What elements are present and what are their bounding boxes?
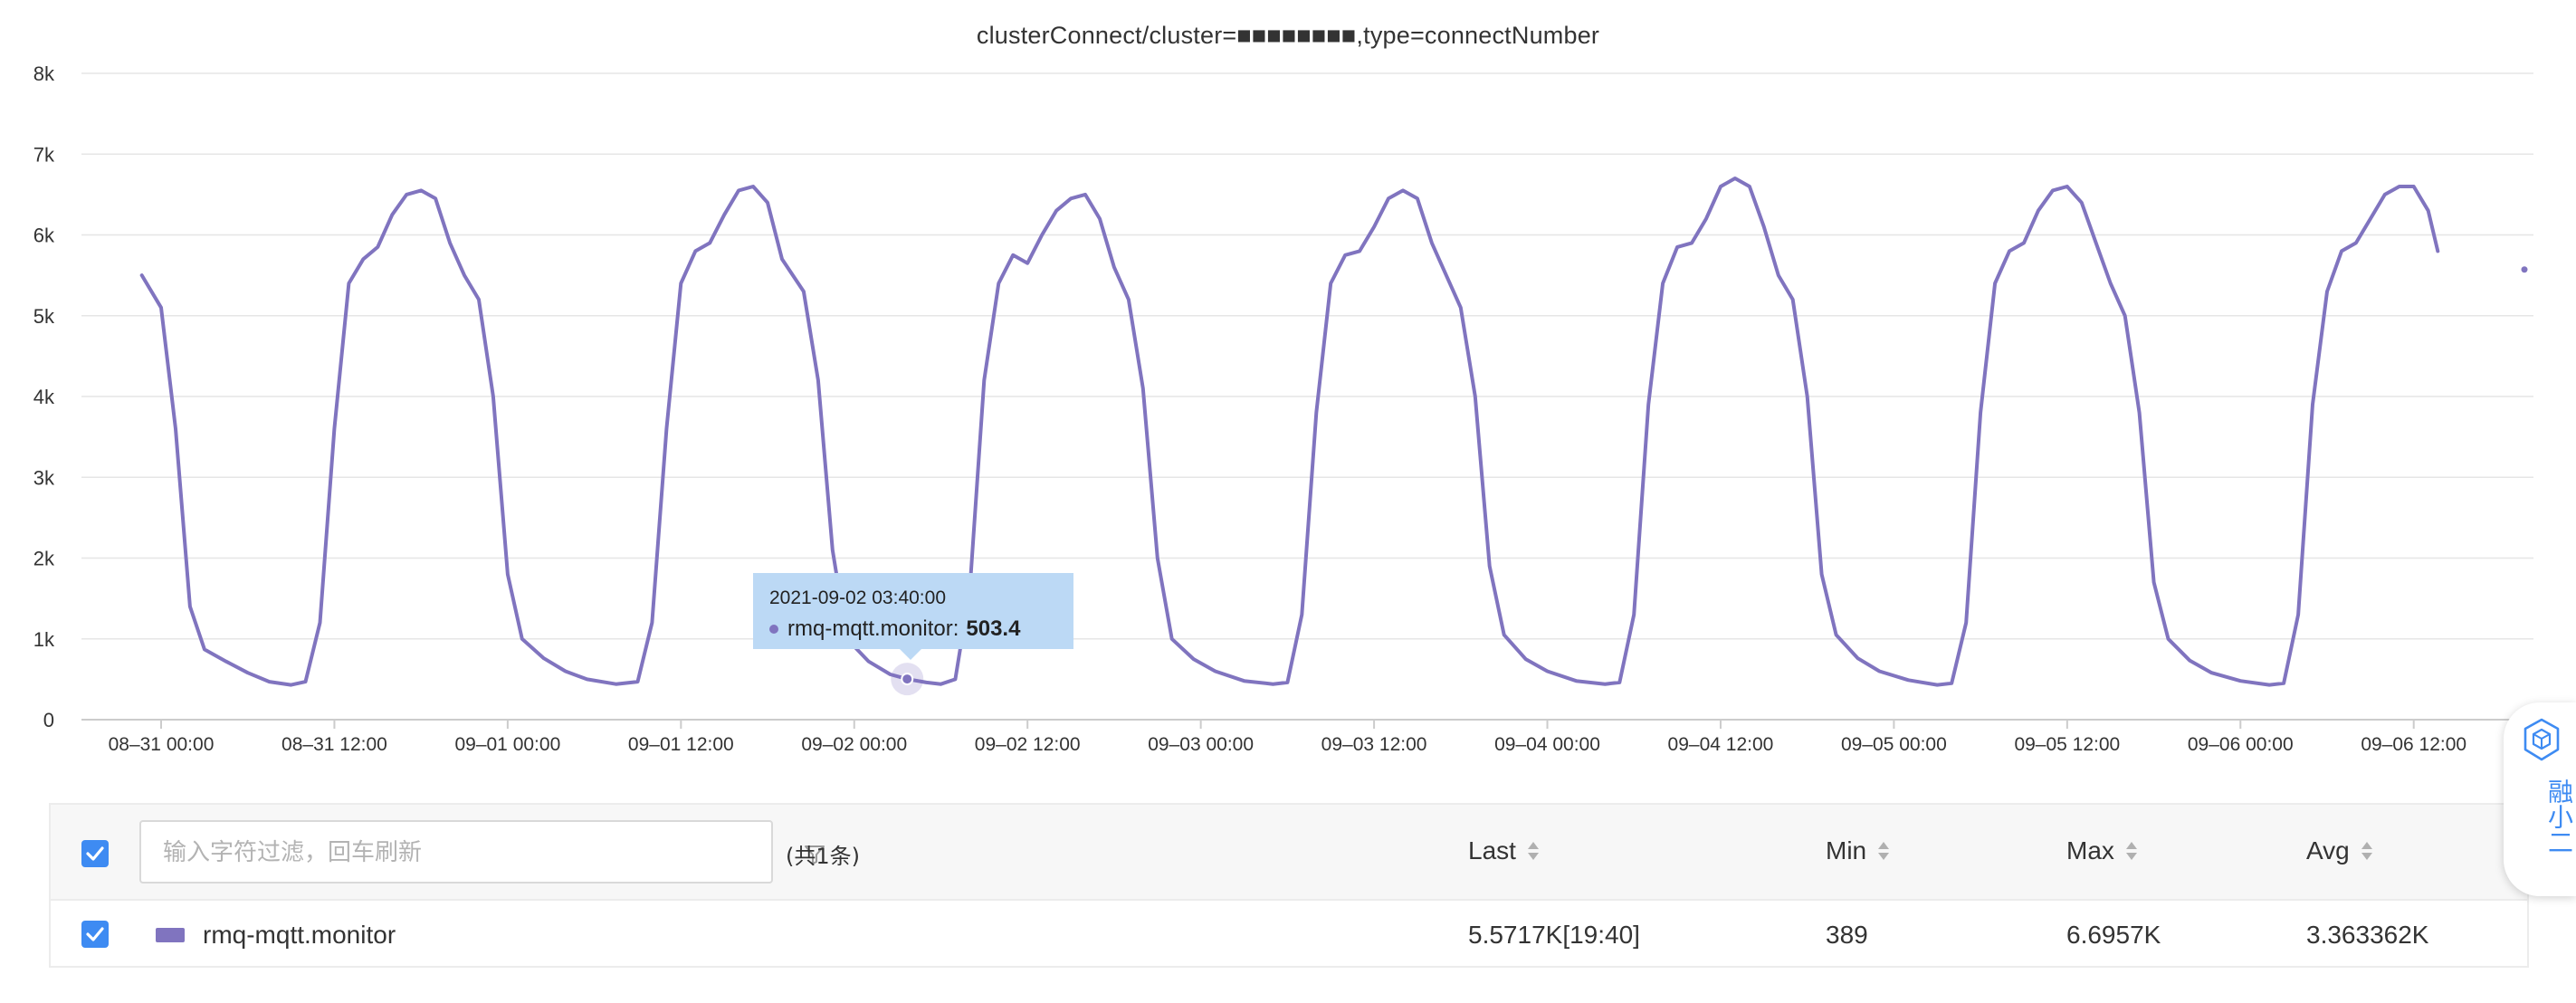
x-tick-label: 09–03 12:00: [1321, 734, 1427, 755]
x-tick-label: 09–06 00:00: [2188, 734, 2294, 755]
series-min: 389: [1826, 921, 1868, 949]
x-tick-label: 09–03 00:00: [1148, 734, 1254, 755]
series-last: 5.5717K[19:40]: [1468, 921, 1640, 949]
sort-icon[interactable]: [2361, 840, 2373, 862]
tooltip-arrow: [900, 649, 921, 660]
series-last-point: [2521, 266, 2528, 273]
x-tick-label: 09–04 12:00: [1668, 734, 1774, 755]
series-avg: 3.363362K: [2306, 921, 2429, 949]
x-tick-label: 09–05 12:00: [2014, 734, 2120, 755]
y-tick-label: 3k: [33, 466, 55, 489]
series-color-swatch: [156, 928, 185, 942]
check-icon: [86, 846, 104, 861]
series-checkbox[interactable]: [81, 921, 109, 948]
assistant-label: 融小二: [2544, 779, 2574, 855]
y-axis: 0 1k 2k 3k 4k 5k 6k 7k 8k: [33, 62, 55, 731]
y-tick-label: 0: [43, 709, 54, 731]
x-tick-label: 08–31 12:00: [281, 734, 387, 755]
legend-table: (共1条) Last Min Max Avg rmq-mqtt.monitor …: [49, 803, 2529, 968]
column-avg-label: Avg: [2306, 836, 2350, 864]
y-tick-label: 7k: [33, 143, 55, 166]
tooltip-series-name: rmq-mqtt.monitor: [787, 616, 953, 641]
x-tick-label: 09–04 00:00: [1494, 734, 1600, 755]
y-tick-label: 2k: [33, 548, 55, 570]
series-line[interactable]: [139, 177, 2440, 687]
tooltip-row: rmq-mqtt.monitor: 503.4: [769, 616, 1057, 642]
x-tick-label: 09–02 00:00: [801, 734, 907, 755]
assistant-widget[interactable]: 融小二: [2504, 702, 2576, 896]
table-row[interactable]: rmq-mqtt.monitor 5.5717K[19:40] 389 6.69…: [67, 901, 2527, 968]
sort-icon[interactable]: [2125, 840, 2138, 862]
column-max-label: Max: [2066, 836, 2114, 864]
sort-icon[interactable]: [1527, 840, 1540, 862]
tooltip-time: 2021-09-02 03:40:00: [769, 587, 946, 608]
x-tick-label: 09–06 12:00: [2361, 734, 2466, 755]
chart-tooltip: 2021-09-02 03:40:00 rmq-mqtt.monitor: 50…: [753, 573, 1073, 649]
series-name: rmq-mqtt.monitor: [203, 921, 396, 949]
line-chart[interactable]: 0 1k 2k 3k 4k 5k 6k 7k 8k 08–31 00:00 08–31 12:00…: [0, 54, 2576, 779]
series-count: (共1条): [786, 844, 860, 869]
y-tick-label: 5k: [33, 305, 55, 328]
tooltip-series-dot: [769, 625, 778, 634]
chart-title: clusterConnect/cluster=■■■■■■■■,type=con…: [976, 22, 1600, 49]
series-layer: [139, 177, 2528, 696]
column-min-label: Min: [1826, 836, 1867, 864]
cube-icon[interactable]: [2522, 717, 2562, 762]
check-icon: [86, 927, 104, 941]
y-tick-label: 4k: [33, 386, 55, 408]
y-tick-label: 1k: [33, 628, 55, 651]
x-tick-label: 08–31 00:00: [109, 734, 215, 755]
tooltip-value: 503.4: [966, 616, 1021, 641]
sort-icon[interactable]: [1877, 840, 1890, 862]
tooltip-separator: :: [952, 616, 959, 641]
column-last[interactable]: Last: [1468, 836, 1540, 865]
select-all-checkbox[interactable]: [81, 840, 109, 867]
x-axis: 08–31 00:00 08–31 12:00 09–01 00:00 09–01 1…: [109, 720, 2466, 755]
legend-header: (共1条) Last Min Max Avg: [51, 805, 2527, 901]
y-tick-label: 6k: [33, 224, 55, 247]
column-max[interactable]: Max: [2066, 836, 2138, 865]
x-tick-label: 09–01 00:00: [454, 734, 560, 755]
y-tick-label: 8k: [33, 62, 55, 85]
x-tick-label: 09–01 12:00: [628, 734, 734, 755]
filter-input[interactable]: [161, 833, 708, 873]
column-avg[interactable]: Avg: [2306, 836, 2373, 865]
hover-point[interactable]: [901, 673, 914, 686]
column-min[interactable]: Min: [1826, 836, 1890, 865]
filter-box: [139, 820, 825, 884]
column-last-label: Last: [1468, 836, 1516, 864]
x-tick-label: 09–05 00:00: [1841, 734, 1947, 755]
x-tick-label: 09–02 12:00: [975, 734, 1081, 755]
series-max: 6.6957K: [2066, 921, 2161, 949]
